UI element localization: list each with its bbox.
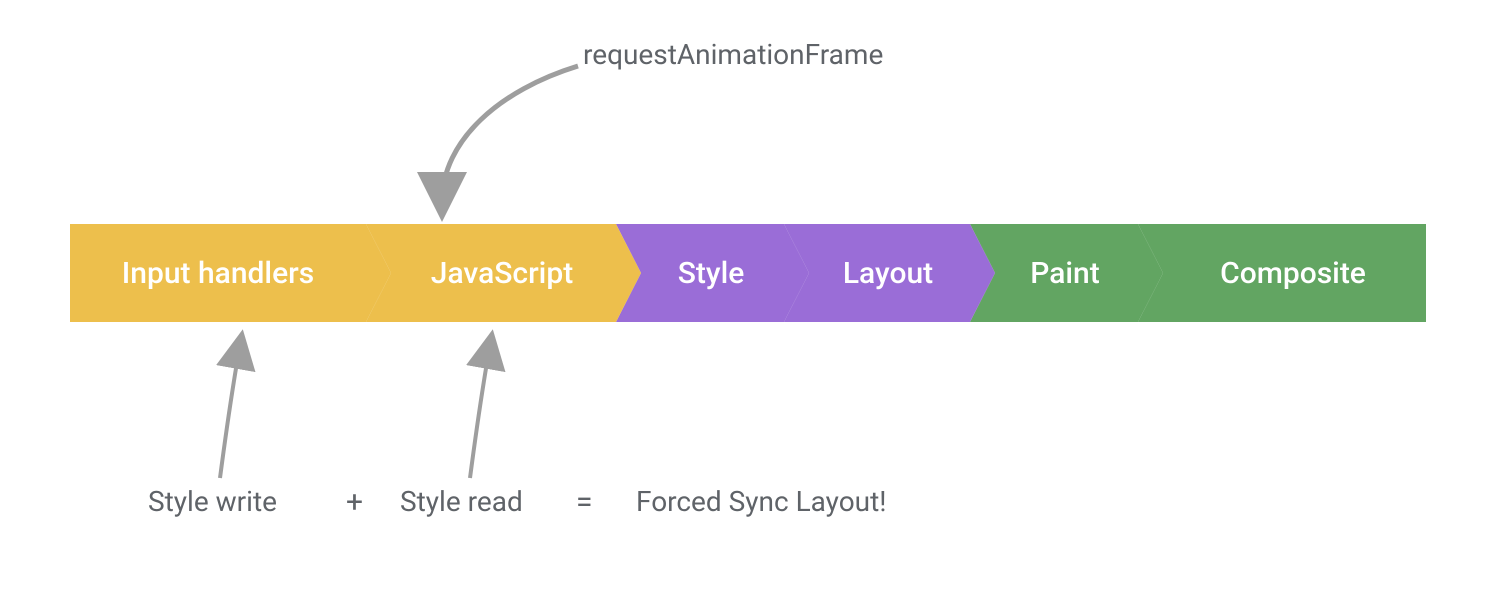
step-paint: Paint: [970, 224, 1138, 322]
step-layout: Layout: [784, 224, 970, 322]
step-label: JavaScript: [431, 256, 573, 291]
step-javascript: JavaScript: [366, 224, 616, 322]
diagram-canvas: requestAnimationFrame Input handlers Jav…: [0, 0, 1496, 605]
label-request-animation-frame: requestAnimationFrame: [583, 38, 883, 71]
label-style-read: Style read: [400, 485, 523, 518]
step-label: Composite: [1220, 256, 1366, 291]
step-composite: Composite: [1138, 224, 1426, 322]
label-forced-sync-layout: Forced Sync Layout!: [636, 485, 887, 518]
step-style: Style: [616, 224, 784, 322]
step-label: Style: [678, 256, 745, 291]
step-label: Paint: [1030, 256, 1100, 291]
step-label: Input handlers: [122, 256, 314, 291]
label-equals: =: [576, 485, 592, 520]
label-style-write: Style write: [148, 485, 277, 518]
step-label: Layout: [843, 256, 933, 291]
step-input-handlers: Input handlers: [70, 224, 366, 322]
pipeline-row: Input handlers JavaScript Style Layout P…: [70, 224, 1426, 322]
label-plus: +: [346, 485, 363, 520]
